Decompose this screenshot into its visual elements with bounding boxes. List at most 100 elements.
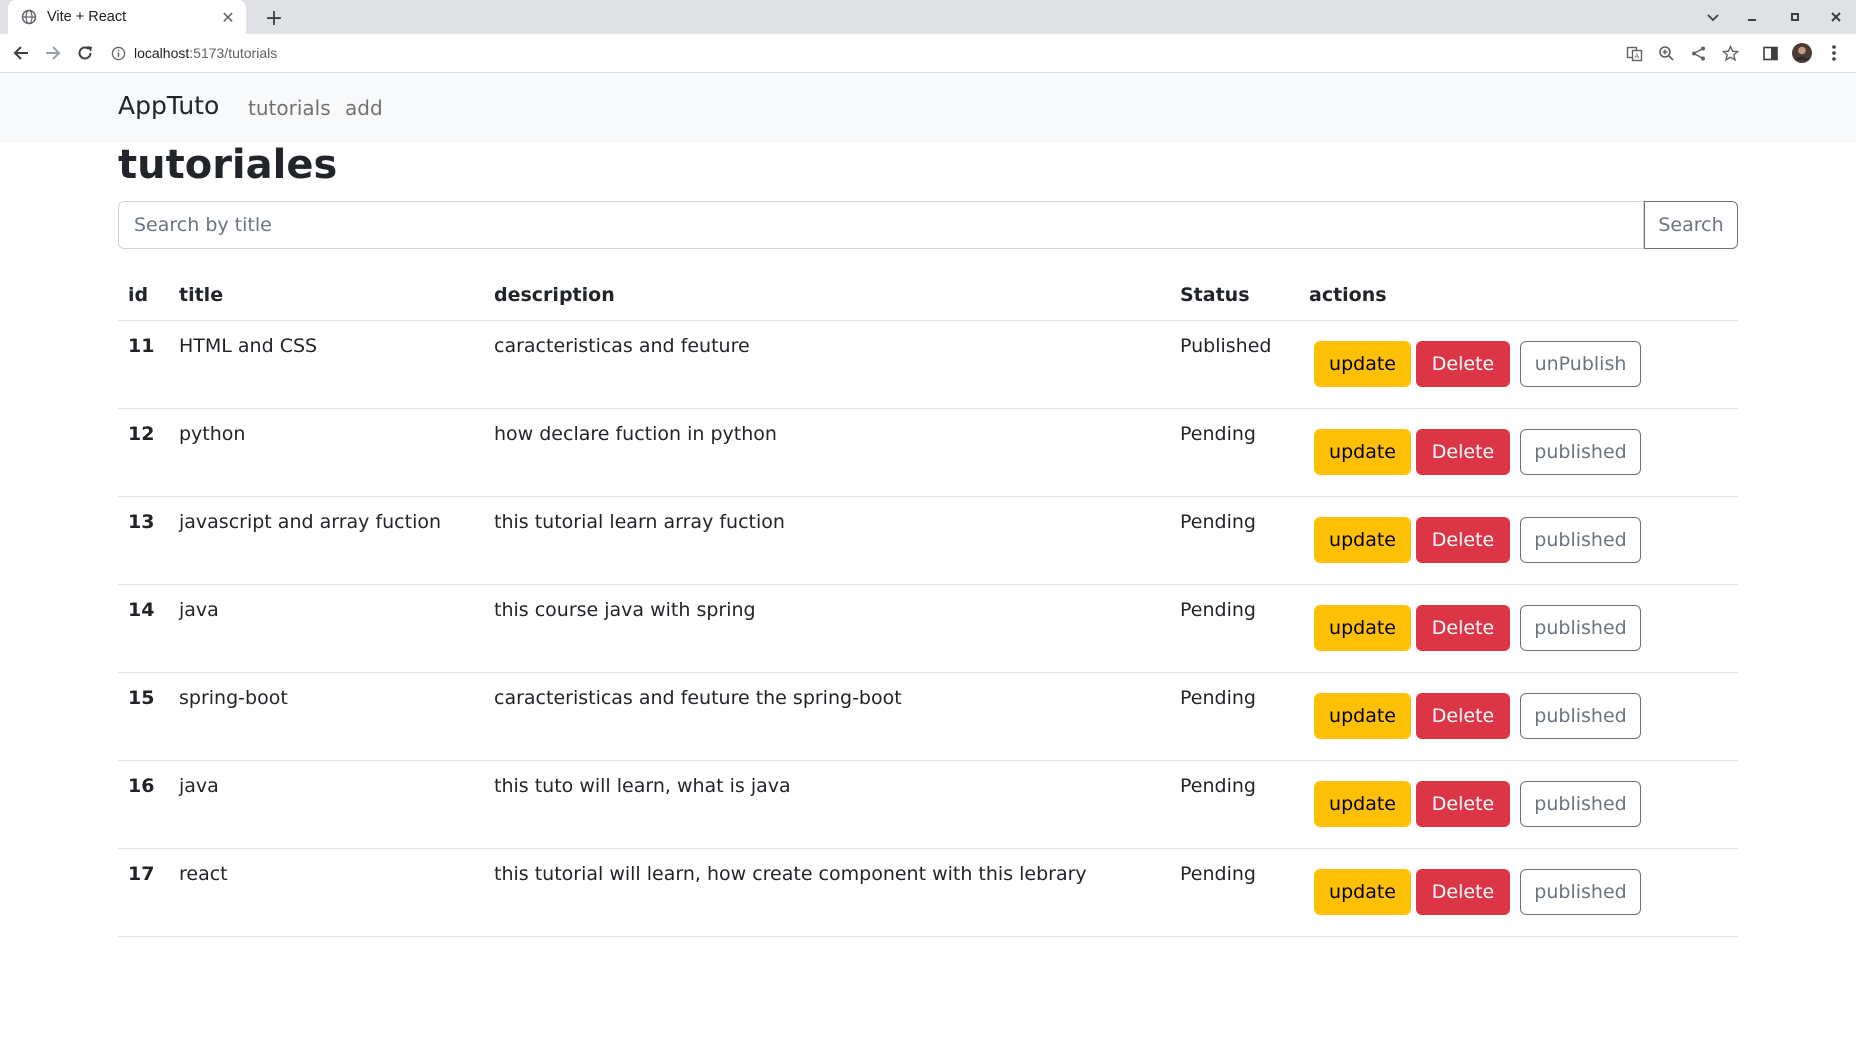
- update-button[interactable]: update: [1314, 781, 1411, 827]
- browser-tab-strip: Vite + React ✕ +: [0, 0, 1856, 34]
- cell-id: 12: [118, 408, 169, 497]
- svg-text:A: A: [1634, 52, 1639, 60]
- search-input[interactable]: [118, 201, 1644, 249]
- table-row: 17 react this tutorial will learn, how c…: [118, 848, 1738, 937]
- browser-menu-icon[interactable]: [1820, 39, 1848, 67]
- browser-toolbar: localhost:5173/tutorials A: [0, 34, 1856, 73]
- publish-toggle-button[interactable]: unPublish: [1520, 341, 1641, 387]
- table-row: 14 java this course java with spring Pen…: [118, 584, 1738, 673]
- cell-actions: update Delete unPublish: [1299, 320, 1738, 409]
- nav-link-tutorials[interactable]: tutorials: [248, 96, 331, 120]
- tab-title: Vite + React: [47, 9, 127, 25]
- forward-arrow-icon[interactable]: [39, 39, 67, 67]
- update-button[interactable]: update: [1314, 605, 1411, 651]
- table-row: 13 javascript and array fuction this tut…: [118, 496, 1738, 585]
- column-header-title: title: [169, 270, 484, 321]
- column-header-actions: actions: [1299, 270, 1738, 321]
- maximize-icon[interactable]: [1779, 4, 1811, 30]
- site-info-icon[interactable]: [108, 43, 128, 63]
- column-header-description: description: [484, 270, 1170, 321]
- cell-status: Pending: [1170, 496, 1299, 585]
- translate-icon[interactable]: A: [1620, 39, 1648, 67]
- cell-description: this tutorial learn array fuction: [484, 496, 1170, 585]
- side-panel-icon[interactable]: [1756, 39, 1784, 67]
- page-title: tutoriales: [118, 142, 338, 188]
- navbar-brand[interactable]: AppTuto: [118, 91, 219, 120]
- cell-title: python: [169, 408, 484, 497]
- back-arrow-icon[interactable]: [7, 39, 35, 67]
- search-button[interactable]: Search: [1644, 201, 1738, 249]
- cell-actions: update Delete published: [1299, 848, 1738, 937]
- cell-status: Pending: [1170, 848, 1299, 937]
- delete-button[interactable]: Delete: [1416, 517, 1510, 563]
- cell-actions: update Delete published: [1299, 760, 1738, 849]
- cell-title: react: [169, 848, 484, 937]
- cell-title: spring-boot: [169, 672, 484, 761]
- cell-id: 16: [118, 760, 169, 849]
- address-bar[interactable]: localhost:5173/tutorials: [108, 38, 1608, 68]
- tab-search-chevron-icon[interactable]: [1697, 4, 1729, 30]
- column-header-id: id: [118, 270, 169, 321]
- publish-toggle-button[interactable]: published: [1520, 605, 1641, 651]
- cell-title: javascript and array fuction: [169, 496, 484, 585]
- table-row: 15 spring-boot caracteristicas and feutu…: [118, 672, 1738, 761]
- cell-actions: update Delete published: [1299, 672, 1738, 761]
- delete-button[interactable]: Delete: [1416, 693, 1510, 739]
- cell-description: this course java with spring: [484, 584, 1170, 673]
- publish-toggle-button[interactable]: published: [1520, 429, 1641, 475]
- cell-status: Pending: [1170, 584, 1299, 673]
- profile-avatar[interactable]: [1788, 39, 1816, 67]
- table-row: 12 python how declare fuction in python …: [118, 408, 1738, 497]
- tutorials-table: id title description Status actions 11 H…: [118, 270, 1738, 937]
- reload-icon[interactable]: [71, 39, 99, 67]
- cell-description: this tutorial will learn, how create com…: [484, 848, 1170, 937]
- cell-description: this tuto will learn, what is java: [484, 760, 1170, 849]
- update-button[interactable]: update: [1314, 429, 1411, 475]
- cell-id: 11: [118, 320, 169, 409]
- cell-title: java: [169, 760, 484, 849]
- browser-tab[interactable]: Vite + React ✕: [8, 0, 246, 34]
- cell-title: HTML and CSS: [169, 320, 484, 409]
- cell-description: caracteristicas and feuture the spring-b…: [484, 672, 1170, 761]
- search-group: Search: [118, 201, 1738, 249]
- delete-button[interactable]: Delete: [1416, 781, 1510, 827]
- cell-id: 17: [118, 848, 169, 937]
- app-navbar: AppTuto tutorials add: [0, 73, 1856, 143]
- update-button[interactable]: update: [1314, 693, 1411, 739]
- close-tab-icon[interactable]: ✕: [216, 5, 240, 29]
- delete-button[interactable]: Delete: [1416, 429, 1510, 475]
- table-row: 16 java this tuto will learn, what is ja…: [118, 760, 1738, 849]
- zoom-icon[interactable]: [1652, 39, 1680, 67]
- cell-status: Published: [1170, 320, 1299, 409]
- cell-id: 13: [118, 496, 169, 585]
- delete-button[interactable]: Delete: [1416, 341, 1510, 387]
- cell-status: Pending: [1170, 672, 1299, 761]
- update-button[interactable]: update: [1314, 341, 1411, 387]
- cell-title: java: [169, 584, 484, 673]
- delete-button[interactable]: Delete: [1416, 605, 1510, 651]
- publish-toggle-button[interactable]: published: [1520, 781, 1641, 827]
- column-header-status: Status: [1170, 270, 1299, 321]
- bookmark-star-icon[interactable]: [1716, 39, 1744, 67]
- table-body: 11 HTML and CSS caracteristicas and feut…: [118, 320, 1738, 937]
- cell-status: Pending: [1170, 408, 1299, 497]
- publish-toggle-button[interactable]: published: [1520, 869, 1641, 915]
- update-button[interactable]: update: [1314, 869, 1411, 915]
- minimize-icon[interactable]: [1736, 4, 1768, 30]
- publish-toggle-button[interactable]: published: [1520, 693, 1641, 739]
- table-row: 11 HTML and CSS caracteristicas and feut…: [118, 320, 1738, 409]
- url-text: localhost:5173/tutorials: [134, 45, 278, 61]
- globe-icon: [20, 8, 38, 26]
- new-tab-icon[interactable]: +: [260, 4, 288, 32]
- cell-status: Pending: [1170, 760, 1299, 849]
- delete-button[interactable]: Delete: [1416, 869, 1510, 915]
- close-window-icon[interactable]: [1820, 4, 1852, 30]
- share-icon[interactable]: [1684, 39, 1712, 67]
- nav-link-add[interactable]: add: [345, 96, 383, 120]
- tutorials-table-container: id title description Status actions 11 H…: [118, 270, 1738, 937]
- update-button[interactable]: update: [1314, 517, 1411, 563]
- cell-actions: update Delete published: [1299, 584, 1738, 673]
- cell-id: 15: [118, 672, 169, 761]
- cell-description: how declare fuction in python: [484, 408, 1170, 497]
- publish-toggle-button[interactable]: published: [1520, 517, 1641, 563]
